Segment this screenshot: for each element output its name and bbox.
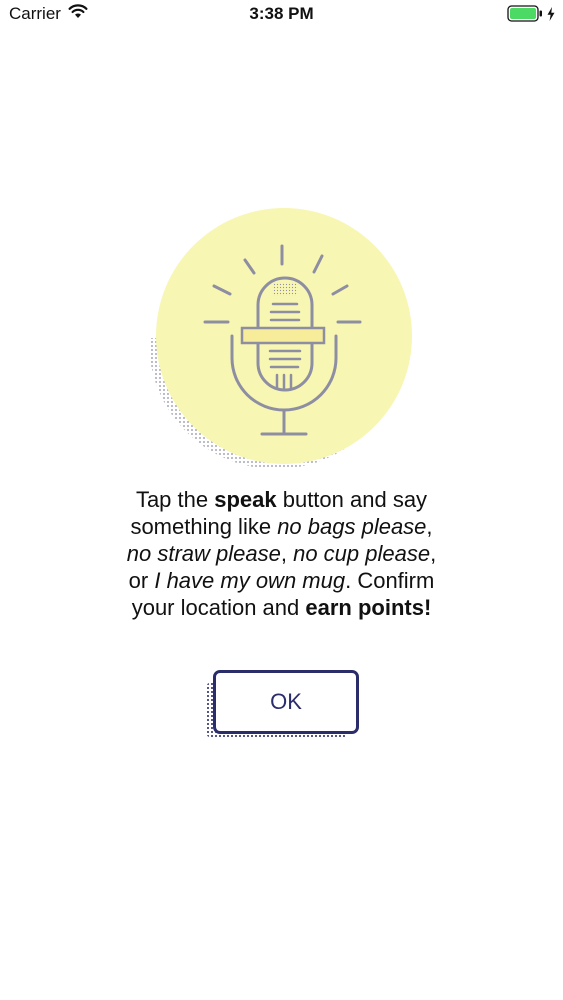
microphone-illustration <box>150 208 416 478</box>
message-separator: , <box>280 541 294 566</box>
status-time: 3:38 PM <box>249 4 314 23</box>
earn-points-keyword: earn points! <box>305 595 432 620</box>
screen: Carrier 3:38 PM Tap the speak button and… <box>0 0 563 1000</box>
instruction-text: Tap the speak button and say something l… <box>120 486 443 621</box>
example-phrase: no straw please <box>126 541 281 566</box>
battery-icon <box>507 5 543 27</box>
example-phrase: no bags please <box>277 514 427 539</box>
ok-button-group: OK <box>206 670 360 740</box>
charging-bolt-icon <box>547 6 555 26</box>
message-part: Tap the <box>135 487 215 512</box>
example-phrase: I have my own mug <box>154 568 346 593</box>
speak-keyword: speak <box>214 487 277 512</box>
status-right <box>507 5 555 27</box>
mic-band <box>240 326 326 345</box>
ok-button[interactable]: OK <box>213 670 359 734</box>
example-phrase: no cup please <box>293 541 431 566</box>
status-bar: Carrier 3:38 PM <box>0 0 563 30</box>
message-separator: , <box>426 514 433 539</box>
